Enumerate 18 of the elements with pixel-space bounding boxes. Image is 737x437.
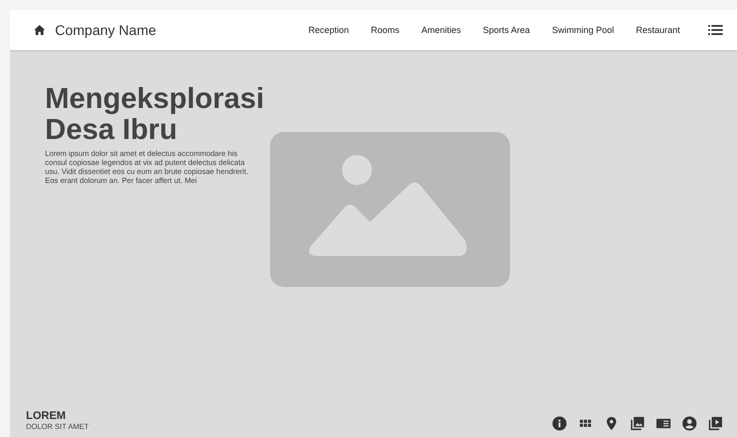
nav-link[interactable]: Amenities: [421, 25, 461, 35]
nav-link[interactable]: Reception: [308, 25, 349, 35]
nav-link[interactable]: Swimming Pool: [552, 25, 614, 35]
card-icon[interactable]: [656, 416, 671, 431]
nav-link[interactable]: Rooms: [370, 25, 400, 35]
location-pin-icon[interactable]: [604, 416, 619, 431]
home-icon[interactable]: [34, 25, 45, 35]
video-library-icon[interactable]: [708, 416, 723, 431]
footer-title: LOREM: [26, 410, 67, 422]
image-placeholder-icon: [270, 132, 510, 287]
menu-icon[interactable]: [708, 25, 723, 35]
account-icon[interactable]: [682, 416, 697, 431]
nav-link[interactable]: Sports Area: [482, 25, 530, 35]
photo-library-icon[interactable]: [630, 416, 645, 431]
nav-link[interactable]: Restaurant: [636, 25, 680, 35]
info-icon[interactable]: [552, 416, 567, 431]
hero-title: Mengeksplorasi Desa Ibru: [45, 84, 266, 146]
company-name[interactable]: Company Name: [55, 22, 156, 38]
